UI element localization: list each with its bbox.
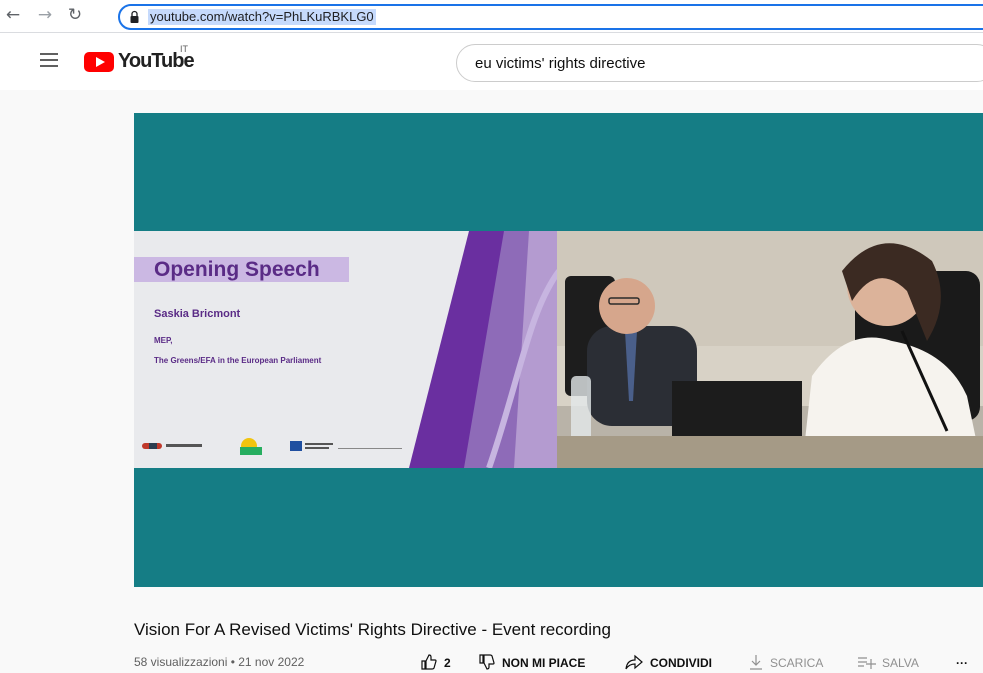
video-player[interactable]: Opening Speech Saskia Bricmont MEP, The …: [134, 113, 983, 587]
menu-icon[interactable]: [40, 53, 58, 67]
download-button[interactable]: SCARICA: [748, 653, 823, 673]
save-label: SALVA: [882, 656, 919, 670]
browser-toolbar: ← → ↻ youtube.com/watch?v=PhLKuRBKLG0: [0, 0, 983, 33]
download-label: SCARICA: [770, 656, 824, 670]
share-button[interactable]: CONDIVIDI: [624, 653, 712, 673]
video-meta: 58 visualizzazioni • 21 nov 2022: [134, 655, 305, 669]
conference-video: [557, 231, 983, 468]
thumbs-up-icon: [421, 654, 437, 670]
like-button[interactable]: 2: [420, 653, 451, 673]
purple-fabric-graphic: [409, 231, 559, 468]
url-text[interactable]: youtube.com/watch?v=PhLKuRBKLG0: [148, 9, 376, 25]
share-label: CONDIVIDI: [650, 656, 713, 670]
reload-icon[interactable]: ↻: [64, 4, 86, 26]
download-icon: [750, 655, 762, 670]
dislike-label: NON MI PIACE: [502, 656, 586, 670]
share-icon: [625, 654, 643, 670]
forward-arrow-icon[interactable]: →: [34, 4, 56, 26]
thumbs-down-icon: [479, 654, 495, 670]
more-actions-button[interactable]: ···: [956, 653, 968, 673]
video-frame: Opening Speech Saskia Bricmont MEP, The …: [134, 231, 983, 468]
youtube-masthead: YouTube IT eu victims' rights directive: [0, 34, 983, 90]
more-icon: ···: [956, 656, 968, 670]
youtube-play-icon: [84, 52, 114, 72]
save-button[interactable]: SALVA: [856, 653, 919, 673]
back-arrow-icon[interactable]: ←: [2, 4, 24, 26]
dislike-button[interactable]: NON MI PIACE: [478, 653, 585, 673]
playlist-add-icon: [858, 657, 876, 669]
slide-title: Opening Speech: [154, 258, 320, 281]
video-title: Vision For A Revised Victims' Rights Dir…: [134, 620, 611, 639]
lock-icon: [130, 10, 139, 23]
search-input[interactable]: eu victims' rights directive: [456, 44, 983, 82]
slide-speaker: Saskia Bricmont: [154, 308, 241, 320]
sponsor-logos: [142, 438, 402, 455]
country-code: IT: [180, 44, 188, 54]
slide-role-line1: MEP,: [154, 336, 173, 345]
address-bar[interactable]: youtube.com/watch?v=PhLKuRBKLG0: [118, 4, 983, 30]
title-slide: Opening Speech Saskia Bricmont MEP, The …: [134, 231, 559, 468]
search-value[interactable]: eu victims' rights directive: [475, 55, 645, 72]
like-count: 2: [444, 656, 451, 670]
slide-role-line2: The Greens/EFA in the European Parliamen…: [154, 356, 322, 365]
